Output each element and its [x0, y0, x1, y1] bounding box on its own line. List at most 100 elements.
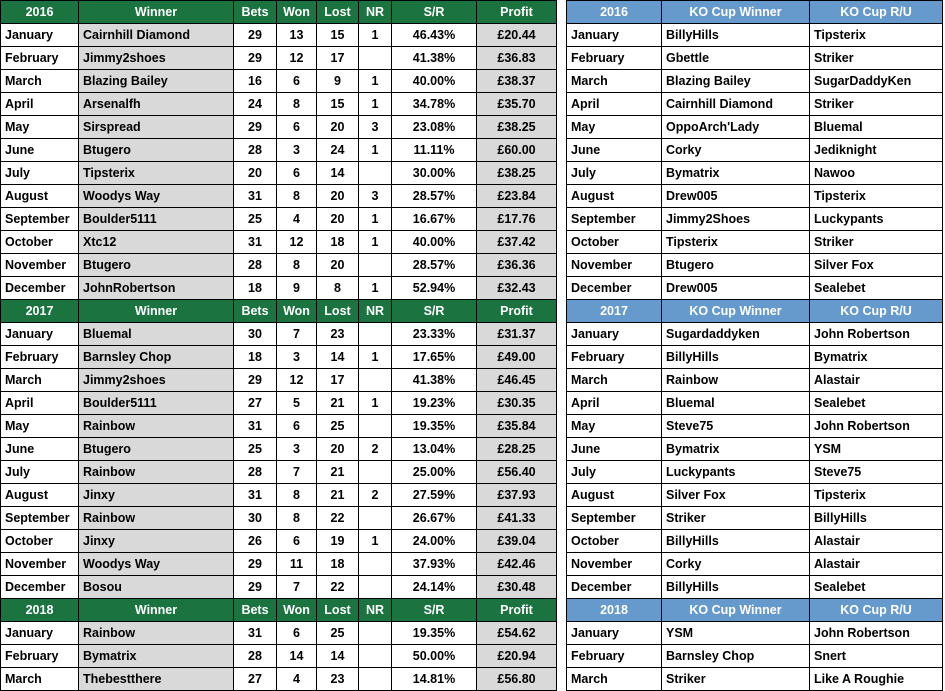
lost-cell: 15 [316, 92, 359, 116]
strike-rate-cell: 50.00% [391, 644, 477, 668]
strike-rate-cell: 14.81% [391, 667, 477, 691]
month-cell: August [566, 483, 662, 507]
table-row: April Cairnhill Diamond Striker [566, 92, 943, 116]
won-cell: 6 [276, 529, 317, 553]
bets-cell: 29 [233, 552, 277, 576]
ko-runner-up-cell: Sealebet [809, 391, 943, 415]
lost-cell: 18 [316, 230, 359, 254]
strike-rate-cell: 41.38% [391, 46, 477, 70]
bets-cell: 24 [233, 92, 277, 116]
strike-rate-cell: 23.08% [391, 115, 477, 139]
month-cell: September [0, 207, 79, 231]
league-results-table: 2016 Winner Bets Won Lost NR S/R Profit January C… [0, 0, 557, 691]
ko-winner-cell: Luckypants [661, 460, 810, 484]
bets-cell: 31 [233, 230, 277, 254]
profit-cell: £56.40 [476, 460, 557, 484]
nr-cell: 1 [358, 529, 392, 553]
bets-cell: 29 [233, 46, 277, 70]
winner-cell: Arsenalfh [78, 92, 234, 116]
lost-cell: 25 [316, 414, 359, 438]
league-header-cell: NR [358, 299, 392, 323]
bets-cell: 29 [233, 368, 277, 392]
won-cell: 12 [276, 368, 317, 392]
month-cell: January [566, 23, 662, 47]
profit-cell: £37.93 [476, 483, 557, 507]
ko-winner-cell: Gbettle [661, 46, 810, 70]
league-header-cell: S/R [391, 0, 477, 24]
strike-rate-cell: 46.43% [391, 23, 477, 47]
table-row: June Btugero 25 3 20 2 13.04% £28.25 [0, 437, 557, 461]
month-cell: September [566, 207, 662, 231]
winner-cell: Woodys Way [78, 552, 234, 576]
month-cell: November [0, 253, 79, 277]
bets-cell: 31 [233, 621, 277, 645]
month-cell: January [566, 621, 662, 645]
won-cell: 4 [276, 667, 317, 691]
bets-cell: 29 [233, 575, 277, 599]
profit-cell: £36.83 [476, 46, 557, 70]
bets-cell: 20 [233, 161, 277, 185]
table-row: January Rainbow 31 6 25 19.35% £54.62 [0, 621, 557, 645]
won-cell: 3 [276, 437, 317, 461]
bets-cell: 28 [233, 644, 277, 668]
month-cell: September [0, 506, 79, 530]
ko-header-cell: KO Cup Winner [661, 299, 810, 323]
won-cell: 8 [276, 184, 317, 208]
lost-cell: 17 [316, 368, 359, 392]
lost-cell: 21 [316, 483, 359, 507]
month-cell: June [566, 437, 662, 461]
profit-cell: £35.70 [476, 92, 557, 116]
lost-cell: 23 [316, 667, 359, 691]
month-cell: July [0, 460, 79, 484]
month-cell: February [0, 644, 79, 668]
table-row: April Boulder5111 27 5 21 1 19.23% £30.35 [0, 391, 557, 415]
profit-cell: £42.46 [476, 552, 557, 576]
table-row: October BillyHills Alastair [566, 529, 943, 553]
league-header-cell: Winner [78, 598, 234, 622]
month-cell: April [0, 92, 79, 116]
table-row: November Btugero 28 8 20 28.57% £36.36 [0, 253, 557, 277]
strike-rate-cell: 41.38% [391, 368, 477, 392]
lost-cell: 19 [316, 529, 359, 553]
won-cell: 5 [276, 391, 317, 415]
month-cell: March [0, 667, 79, 691]
month-cell: January [0, 322, 79, 346]
strike-rate-cell: 24.00% [391, 529, 477, 553]
ko-winner-cell: BillyHills [661, 23, 810, 47]
bets-cell: 25 [233, 207, 277, 231]
bets-cell: 27 [233, 391, 277, 415]
strike-rate-cell: 26.67% [391, 506, 477, 530]
league-header-cell: Won [276, 0, 317, 24]
month-cell: February [566, 644, 662, 668]
month-cell: October [566, 230, 662, 254]
won-cell: 14 [276, 644, 317, 668]
winner-cell: Tipsterix [78, 161, 234, 185]
ko-runner-up-cell: Steve75 [809, 460, 943, 484]
ko-cup-table: 2016 KO Cup Winner KO Cup R/U January BillyH… [566, 0, 943, 691]
nr-cell [358, 506, 392, 530]
month-cell: July [0, 161, 79, 185]
table-row: July Bymatrix Nawoo [566, 161, 943, 185]
league-header-cell: Lost [316, 0, 359, 24]
nr-cell: 1 [358, 391, 392, 415]
month-cell: November [566, 253, 662, 277]
lost-cell: 20 [316, 253, 359, 277]
month-cell: March [566, 667, 662, 691]
month-cell: December [566, 575, 662, 599]
profit-cell: £54.62 [476, 621, 557, 645]
strike-rate-cell: 27.59% [391, 483, 477, 507]
profit-cell: £39.04 [476, 529, 557, 553]
won-cell: 6 [276, 69, 317, 93]
profit-cell: £60.00 [476, 138, 557, 162]
table-row: March Striker Like A Roughie [566, 667, 943, 691]
nr-cell: 2 [358, 483, 392, 507]
league-header-cell: Bets [233, 299, 277, 323]
league-header-cell: Profit [476, 598, 557, 622]
strike-rate-cell: 19.35% [391, 621, 477, 645]
ko-winner-cell: Bymatrix [661, 161, 810, 185]
profit-cell: £20.44 [476, 23, 557, 47]
ko-winner-cell: Barnsley Chop [661, 644, 810, 668]
profit-cell: £31.37 [476, 322, 557, 346]
won-cell: 6 [276, 414, 317, 438]
month-cell: August [566, 184, 662, 208]
